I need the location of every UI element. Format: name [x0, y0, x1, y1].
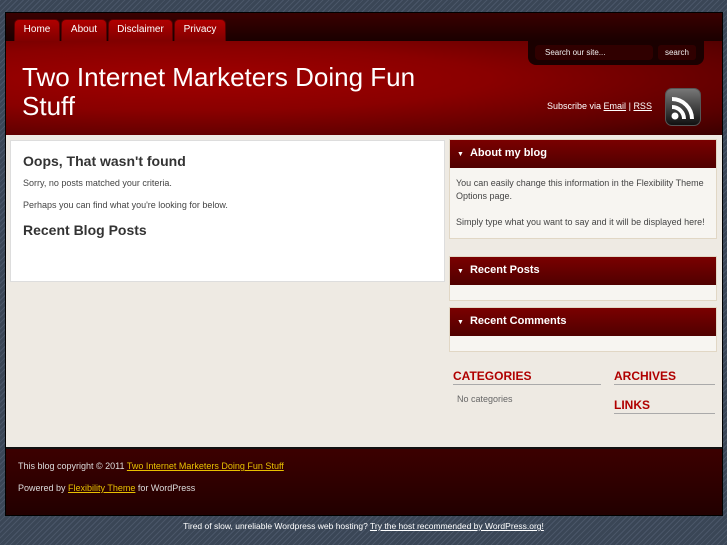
recent-posts-widget: ▼ Recent Posts [449, 256, 717, 301]
not-found-heading: Oops, That wasn't found [23, 153, 186, 169]
site-link[interactable]: Two Internet Marketers Doing Fun Stuff [127, 461, 284, 471]
about-text-2: Simply type what you want to say and it … [456, 217, 705, 227]
links-heading: LINKS [614, 398, 715, 414]
theme-link[interactable]: Flexibility Theme [68, 483, 135, 493]
search-form: Search our site... search [528, 41, 704, 65]
email-link[interactable]: Email [604, 101, 627, 111]
widget-title: Recent Comments [469, 315, 567, 327]
about-widget-header[interactable]: ▼ About my blog [450, 140, 716, 168]
suggestion-text: Perhaps you can find what you're looking… [23, 200, 228, 210]
not-found-text: Sorry, no posts matched your criteria. [23, 178, 172, 188]
content-area: Oops, That wasn't found Sorry, no posts … [6, 135, 722, 447]
recent-posts-header[interactable]: ▼ Recent Posts [450, 257, 716, 285]
site-header: Two Internet Marketers Doing Fun Stuff S… [6, 41, 722, 135]
subscribe-text: Subscribe via Email | RSS [547, 101, 652, 111]
hosting-link[interactable]: Try the host recommended by WordPress.or… [370, 521, 544, 531]
separator: | [628, 101, 631, 111]
nav-disclaimer[interactable]: Disclaimer [108, 19, 173, 41]
triangle-down-icon: ▼ [457, 268, 464, 275]
archives-heading: ARCHIVES [614, 369, 715, 385]
about-text: You can easily change this information i… [456, 178, 704, 201]
recent-comments-header[interactable]: ▼ Recent Comments [450, 308, 716, 336]
nav-privacy[interactable]: Privacy [174, 19, 226, 41]
recent-posts-heading: Recent Blog Posts [23, 222, 147, 238]
copyright-text: This blog copyright © 2011 [18, 461, 125, 471]
categories-heading: CATEGORIES [453, 369, 601, 385]
rss-icon[interactable] [665, 88, 701, 126]
page-container: Home About Disclaimer Privacy Two Intern… [5, 12, 723, 516]
nav-home[interactable]: Home [14, 19, 60, 41]
search-input[interactable]: Search our site... [535, 45, 653, 60]
subscribe-label: Subscribe via [547, 101, 602, 111]
widget-title: Recent Posts [469, 264, 540, 276]
triangle-down-icon: ▼ [457, 151, 464, 158]
search-button[interactable]: search [658, 45, 696, 60]
recent-comments-widget: ▼ Recent Comments [449, 307, 717, 352]
about-widget: ▼ About my blog You can easily change thi… [449, 139, 717, 239]
main-content: Oops, That wasn't found Sorry, no posts … [10, 140, 445, 282]
hosting-note: Tired of slow, unreliable Wordpress web … [0, 521, 727, 531]
site-title[interactable]: Two Internet Marketers Doing Fun Stuff [22, 63, 442, 121]
rss-link[interactable]: RSS [633, 101, 652, 111]
wordpress-text: for WordPress [137, 483, 196, 493]
widget-title: About my blog [469, 147, 547, 159]
powered-text: Powered by [18, 483, 66, 493]
top-nav: Home About Disclaimer Privacy [6, 13, 722, 41]
hosting-text: Tired of slow, unreliable Wordpress web … [183, 521, 368, 531]
triangle-down-icon: ▼ [457, 319, 464, 326]
nav-about[interactable]: About [61, 19, 107, 41]
site-footer: This blog copyright © 2011 Two Internet … [6, 449, 722, 515]
no-categories-text: No categories [457, 394, 513, 404]
